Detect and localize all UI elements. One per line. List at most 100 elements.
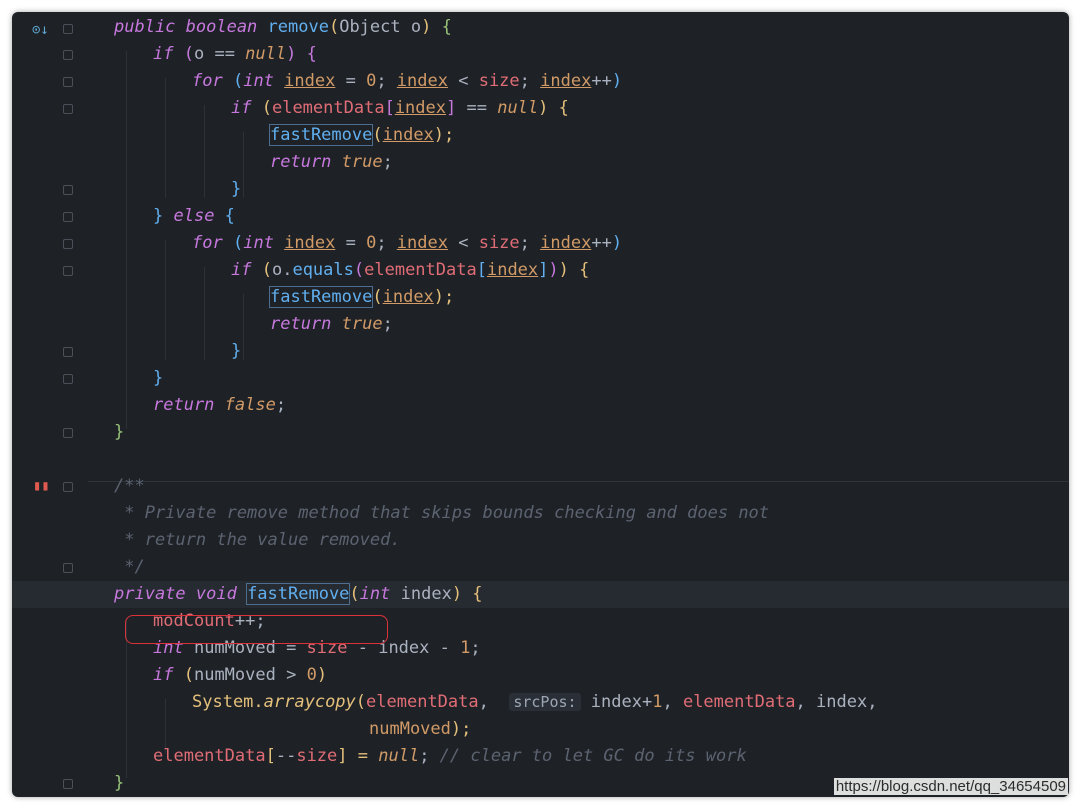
operator: < [447,71,479,91]
variable: index [396,233,448,253]
keyword: if [153,665,184,685]
identifier: o [193,44,215,64]
operator: ; [376,233,397,253]
code-line: /** [12,473,1069,500]
highlight-annotation [125,615,388,644]
code-editor[interactable]: ⊙↓ ▮▮ public boolean remove(Object o) { … [12,12,1069,797]
variable: index [540,233,592,253]
literal: true [341,314,383,334]
current-line: private void fastRemove(int index) { [12,581,1069,608]
code-line: if (elementData[index] == null) { [12,95,1069,122]
paren: ); [433,287,455,307]
method-call[interactable]: fastRemove [268,124,374,146]
keyword: private void [114,584,248,604]
field: elementData [153,746,266,766]
operator: ++ [591,71,612,91]
operator: < [447,233,479,253]
number: 0 [366,71,377,91]
number: 1 [652,692,663,712]
brace: } [231,179,242,199]
method-name[interactable]: fastRemove [246,583,351,605]
literal: null [245,44,287,64]
parameter: index [400,584,452,604]
code-line: public boolean remove(Object o) { [12,14,1069,41]
field: size [296,746,338,766]
paren: ) [548,260,559,280]
keyword: int [359,584,401,604]
bracket: [ [476,260,487,280]
code-line: for (int index = 0; index < size; index+… [12,68,1069,95]
operator: ; [519,71,541,91]
operator: ; [275,395,287,415]
paren: ) [421,17,432,37]
method-name: remove [267,17,329,37]
number: 0 [306,665,317,685]
brace: { [224,206,235,226]
code-line: } [12,338,1069,365]
paren: ( [328,17,340,37]
code-line: * Private remove method that skips bound… [12,500,1069,527]
identifier: , index, [795,692,878,712]
operator: , [662,692,683,712]
paren: ( [261,98,272,118]
operator: ; [376,71,397,91]
field: size [478,71,520,91]
code-line: } [12,176,1069,203]
code-line: numMoved); [12,716,1069,743]
paren: ); [450,719,472,739]
doc-comment: * return the value removed. [114,530,401,550]
operator: ++ [591,233,612,253]
line-comment: // clear to let GC do its work [439,746,747,766]
code-line: if (o == null) { [12,41,1069,68]
keyword: int [243,233,285,253]
field: elementData [271,98,385,118]
variable: index [284,233,336,253]
keyword: for [192,71,233,91]
keyword: else [173,206,225,226]
bracket: ] = [337,746,379,766]
variable: index [284,71,336,91]
paren: ) { [286,44,317,64]
literal: true [341,152,383,172]
code-line: if (o.equals(elementData[index])) { [12,257,1069,284]
operator: = [335,233,367,253]
watermark: https://blog.csdn.net/qq_34654509 [833,778,1068,795]
paren: ) { [451,584,483,604]
operator: == [214,44,246,64]
field: elementData [364,260,477,280]
variable: index [396,71,448,91]
doc-comment: * Private remove method that skips bound… [114,503,770,523]
method-call[interactable]: fastRemove [268,286,374,308]
parameter: Object o [339,17,422,37]
doc-comment: /** [114,476,145,496]
bracket: [ [384,98,395,118]
paren: ( [353,260,365,280]
paren: ) { [558,260,590,280]
code-line: return true; [12,149,1069,176]
code-line: */ [12,554,1069,581]
keyword: return [153,395,225,415]
code-line: System.arraycopy(elementData, srcPos: in… [12,689,1069,716]
field: size [478,233,520,253]
bracket: [ [265,746,276,766]
paren: ( [232,71,244,91]
paren: ) { [538,98,569,118]
code-line: return true; [12,311,1069,338]
brace: } [153,206,174,226]
keyword: for [192,233,233,253]
code-line: return false; [12,392,1069,419]
operator: ; [419,746,440,766]
brace: } [153,368,164,388]
keyword: int [243,71,285,91]
code-area[interactable]: public boolean remove(Object o) { if (o … [12,12,1069,797]
code-line: } [12,365,1069,392]
operator: -- [275,746,297,766]
paren: ( [183,44,194,64]
literal: false [224,395,276,415]
paren: ) [611,233,623,253]
operator: , [478,692,510,712]
paren: ( [372,287,383,307]
keyword: if [153,44,184,64]
keyword: public boolean [114,17,268,37]
code-line: * return the value removed. [12,527,1069,554]
